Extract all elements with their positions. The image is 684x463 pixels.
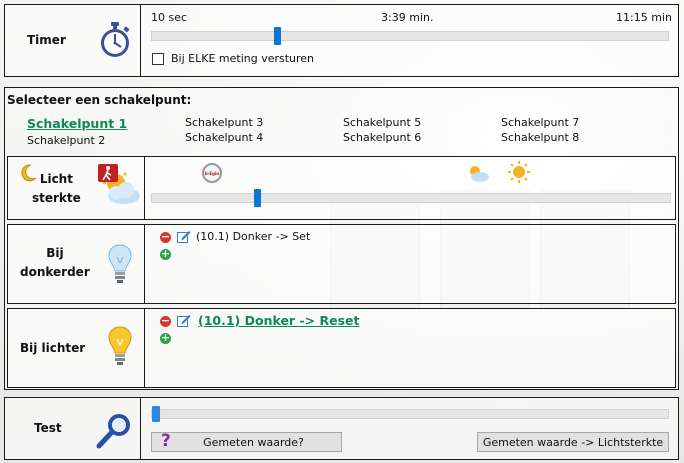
donkerder-label: Bij donkerder xyxy=(20,244,90,282)
test-label: Test xyxy=(34,421,62,435)
schakelpunt-4-link[interactable]: Schakelpunt 4 xyxy=(185,131,263,144)
sun-icon xyxy=(508,161,530,183)
schakelpunt-7-link[interactable]: Schakelpunt 7 xyxy=(501,116,579,129)
schakelpunt-1-link[interactable]: Schakelpunt 1 xyxy=(27,116,127,131)
edit-rule-icon[interactable] xyxy=(177,230,191,243)
donkerder-rule-text[interactable]: (10.1) Donker -> Set xyxy=(196,230,310,243)
timer-panel: Timer 10 sec 3:39 min. 11:15 min Bij ELK… xyxy=(4,4,679,77)
sun-behind-cloud-icon xyxy=(470,166,489,182)
schakelpunt-5-link[interactable]: Schakelpunt 5 xyxy=(343,116,421,129)
add-rule-icon[interactable]: + xyxy=(160,248,171,260)
magnifier-icon xyxy=(96,414,130,449)
stopwatch-icon xyxy=(101,22,130,57)
donkerder-panel: Bij donkerder − (10.1) Donker -> Set + xyxy=(7,224,676,304)
measure-button[interactable]: ? Gemeten waarde? xyxy=(151,431,342,452)
lichtsterkte-slider-track[interactable] xyxy=(151,189,671,207)
add-rule-icon[interactable]: + xyxy=(160,332,171,344)
lichter-panel: Bij lichter − (10.1) Donker -> Reset + xyxy=(7,308,676,388)
donkerder-label-line2: donkerder xyxy=(20,265,90,279)
send-every-measurement-checkbox[interactable] xyxy=(152,53,164,65)
question-icon: ? xyxy=(161,431,171,451)
timer-label: Timer xyxy=(27,33,66,47)
measure-button-label: Gemeten waarde? xyxy=(203,435,304,449)
lichtsterkte-slider-thumb[interactable] xyxy=(254,189,261,207)
lichter-rule-link[interactable]: (10.1) Donker -> Reset xyxy=(198,313,359,328)
timer-label-cell: Timer xyxy=(5,5,141,76)
b-egio-badge-icon: b-Egio xyxy=(202,163,222,183)
lichtsterkte-label: Licht sterkte xyxy=(32,170,81,208)
schakelpunt-3-link[interactable]: Schakelpunt 3 xyxy=(185,116,263,129)
timer-min-label: 10 sec xyxy=(151,11,188,24)
b-egio-badge-text: b-Egio xyxy=(204,170,220,176)
send-every-measurement-label[interactable]: Bij ELKE meting versturen xyxy=(171,52,314,65)
schakelpunt-8-link[interactable]: Schakelpunt 8 xyxy=(501,131,579,144)
schakelpunt-heading: Selecteer een schakelpunt: xyxy=(7,93,192,107)
test-progress-track xyxy=(151,406,669,422)
donkerder-label-line1: Bij xyxy=(46,246,64,260)
lichtsterkte-panel: Licht sterkte b-Egio xyxy=(7,156,676,220)
schakelpunt-panel: Selecteer een schakelpunt: Schakelpunt 1… xyxy=(4,87,679,390)
remove-rule-icon[interactable]: − xyxy=(160,315,171,327)
test-panel: Test ? Gemeten waarde? Gemeten waarde ->… xyxy=(4,397,679,460)
lightbulb-on-icon xyxy=(108,326,132,365)
timer-mid-label: 3:39 min. xyxy=(381,11,434,24)
lightbulb-off-icon xyxy=(108,244,132,283)
lichter-label: Bij lichter xyxy=(20,340,86,355)
schakelpunt-2-link[interactable]: Schakelpunt 2 xyxy=(27,134,105,147)
lichter-label-cell: Bij lichter xyxy=(8,309,145,387)
lichtsterkte-label-line1: Licht xyxy=(39,172,73,186)
edit-rule-icon[interactable] xyxy=(177,314,191,327)
apply-to-lichtsterkte-button[interactable]: Gemeten waarde -> Lichtsterkte xyxy=(477,432,669,452)
timer-slider-thumb[interactable] xyxy=(274,27,281,45)
exit-sign-icon xyxy=(98,164,118,182)
schakelpunt-6-link[interactable]: Schakelpunt 6 xyxy=(343,131,421,144)
donkerder-label-cell: Bij donkerder xyxy=(8,225,145,303)
test-label-cell: Test xyxy=(5,398,141,459)
lichtsterkte-label-line2: sterkte xyxy=(32,191,81,205)
remove-rule-icon[interactable]: − xyxy=(160,231,171,243)
timer-max-label: 11:15 min xyxy=(616,11,672,24)
test-progress-fill xyxy=(152,406,160,422)
moon-icon xyxy=(21,164,37,182)
timer-slider-track[interactable] xyxy=(151,27,669,45)
